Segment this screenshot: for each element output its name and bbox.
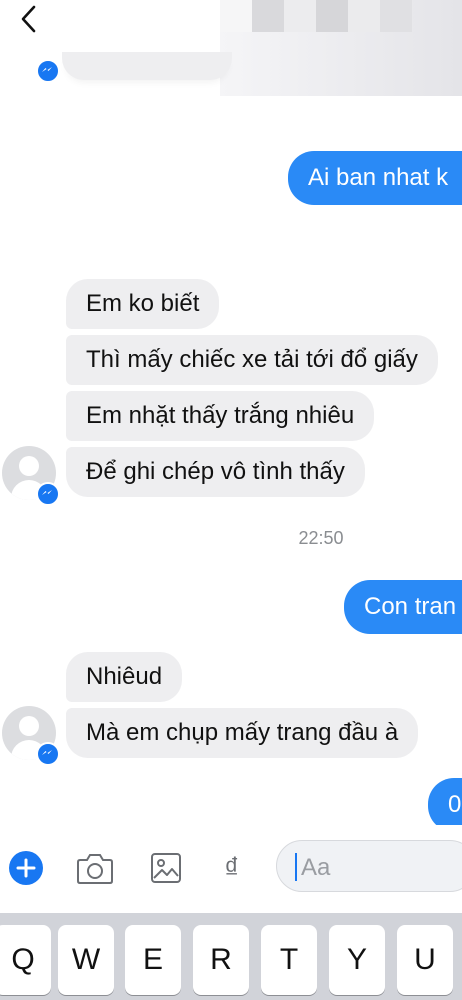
key-e[interactable]: E <box>125 925 181 995</box>
redacted-contact-header <box>220 0 462 96</box>
messenger-badge-icon <box>36 59 60 83</box>
message-composer: ₫ Aa <box>0 825 462 913</box>
camera-icon <box>77 854 113 884</box>
outgoing-message-bubble[interactable]: Ai ban nhat k <box>288 151 462 205</box>
gallery-icon <box>151 853 181 883</box>
message-input[interactable]: Aa <box>276 840 462 892</box>
incoming-message-bubble[interactable]: Để ghi chép vô tình thấy <box>66 447 365 497</box>
incoming-message-bubble[interactable]: Em ko biết <box>66 279 220 329</box>
plus-icon <box>9 851 43 885</box>
key-u[interactable]: U <box>397 925 453 995</box>
key-r[interactable]: R <box>193 925 249 995</box>
key-q[interactable]: Q <box>0 925 51 995</box>
gallery-button[interactable] <box>150 851 182 885</box>
outgoing-message-bubble[interactable]: Con tran <box>344 580 462 634</box>
partial-message-bubble <box>62 52 232 80</box>
back-button[interactable] <box>14 4 44 34</box>
incoming-message-bubble[interactable]: Thì mấy chiếc xe tải tới đổ giấy <box>66 335 438 385</box>
outgoing-message-bubble[interactable]: 0 <box>428 778 462 832</box>
messenger-badge-icon <box>36 742 60 766</box>
keyboard: Q W E R T Y U <box>0 913 462 1000</box>
messenger-badge-icon <box>36 482 60 506</box>
message-input-placeholder: Aa <box>301 854 331 881</box>
incoming-message-bubble[interactable]: Mà em chụp mấy trang đầu à <box>66 708 419 758</box>
camera-button[interactable] <box>76 851 114 885</box>
currency-button[interactable]: ₫ <box>224 851 250 887</box>
message-timestamp: 22:50 <box>298 528 344 548</box>
text-caret <box>295 853 297 881</box>
key-w[interactable]: W <box>58 925 114 995</box>
currency-icon: ₫ <box>224 852 240 885</box>
plus-button[interactable] <box>8 850 44 886</box>
incoming-message-bubble[interactable]: Em nhặt thấy trắng nhiêu <box>66 391 375 441</box>
chevron-left-icon <box>21 5 36 33</box>
incoming-message-bubble[interactable]: Nhiêud <box>66 652 183 702</box>
key-y[interactable]: Y <box>329 925 385 995</box>
key-t[interactable]: T <box>261 925 317 995</box>
